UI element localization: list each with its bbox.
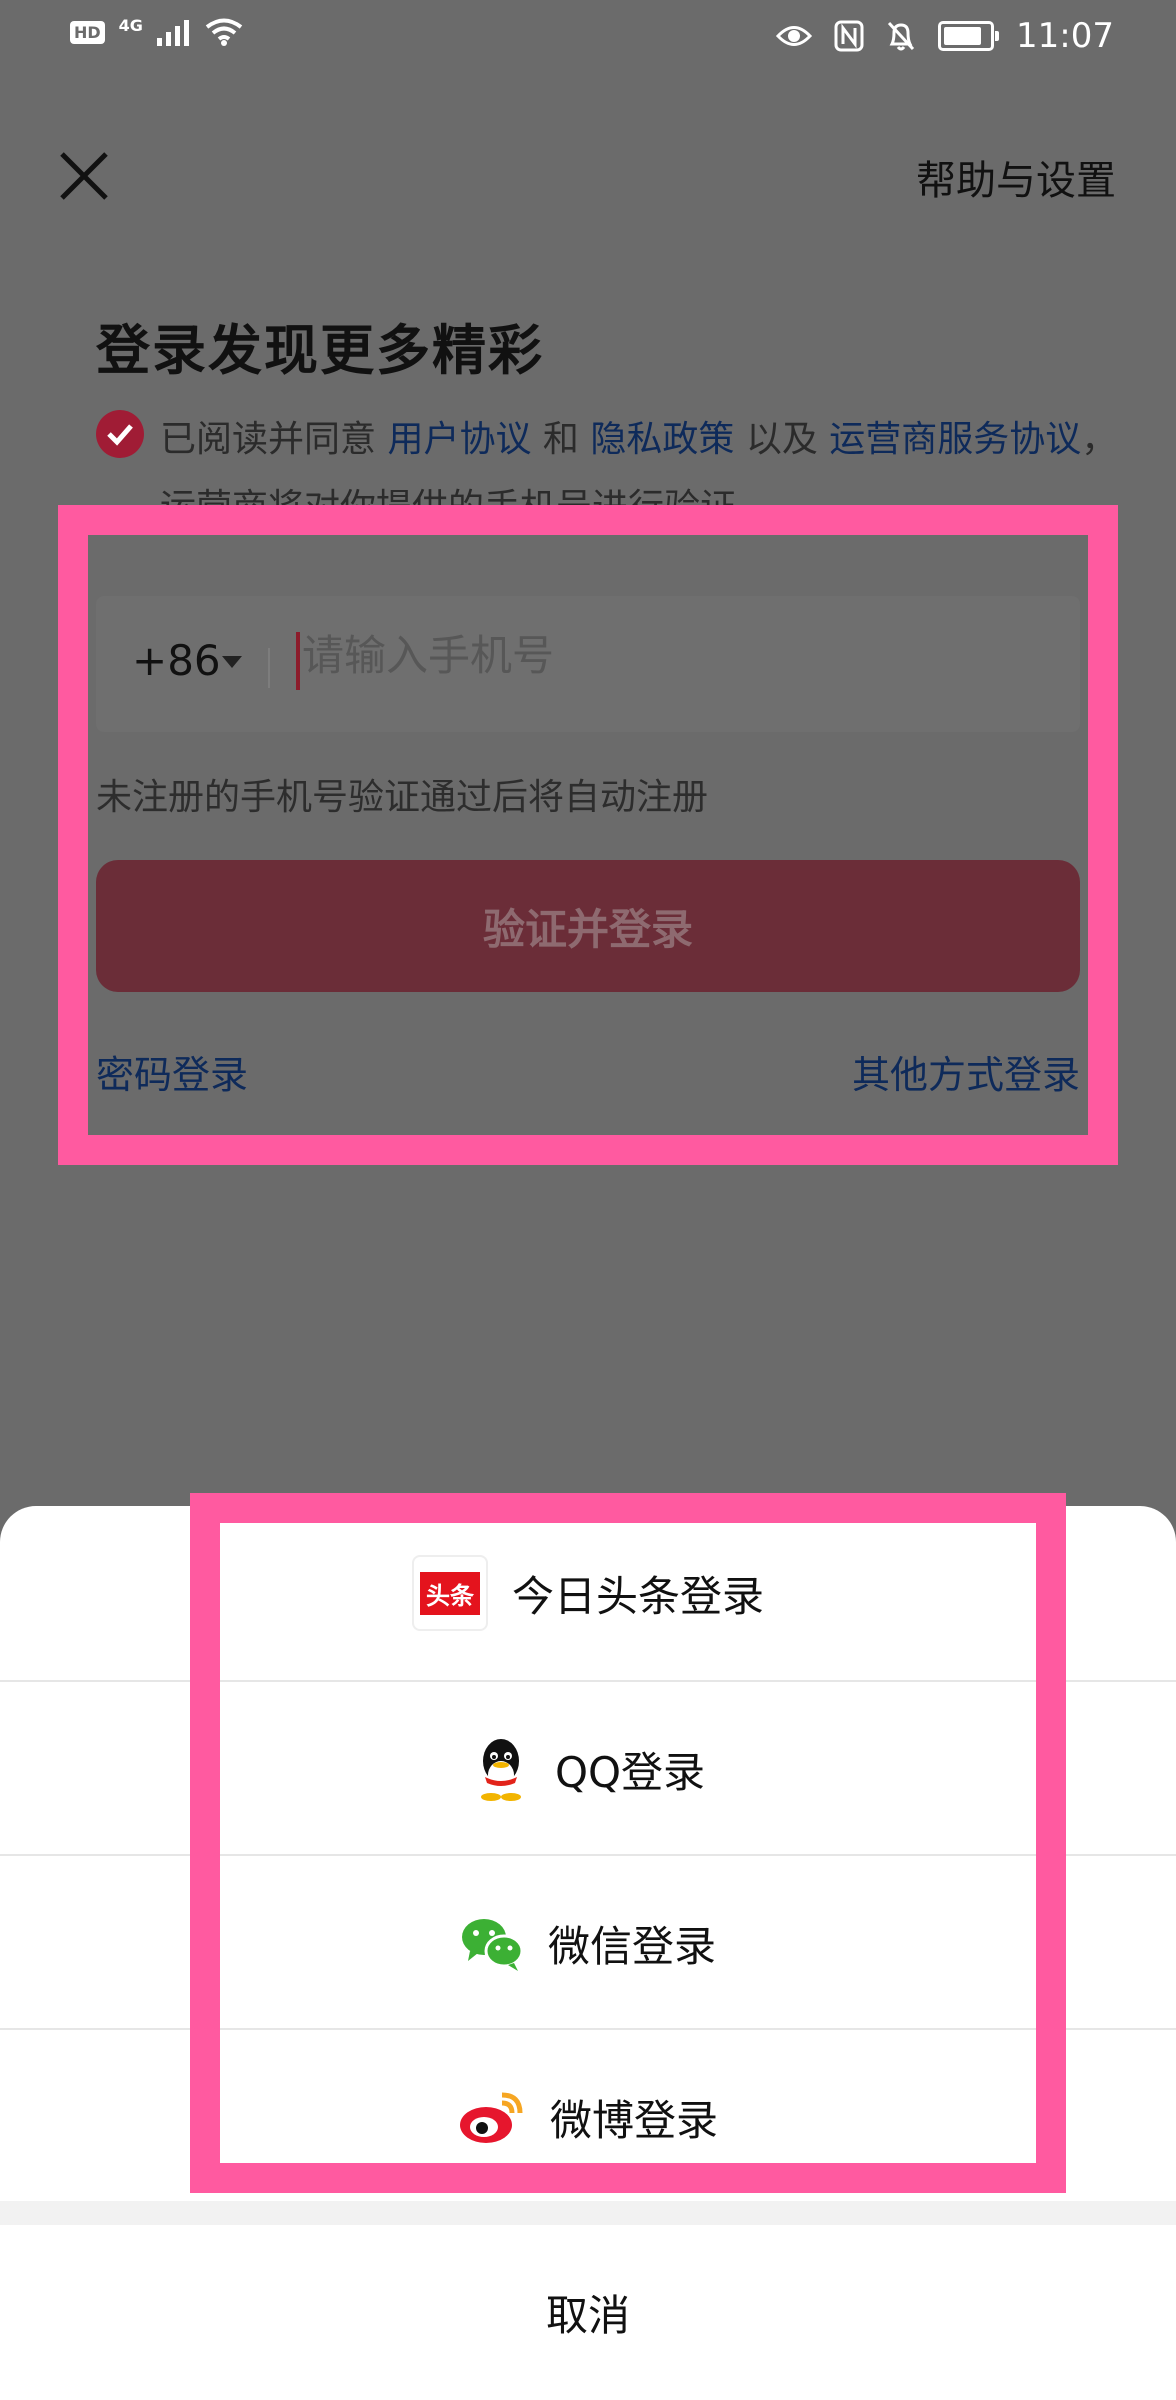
hd-badge: HD: [70, 20, 105, 44]
bell-off-icon: [887, 21, 915, 51]
check-icon[interactable]: [96, 410, 144, 458]
status-time: 11:07: [1016, 16, 1114, 56]
highlight-box-form: [58, 505, 1118, 1165]
status-right: 11:07: [776, 16, 1114, 56]
agreement-t1: 已阅读并同意: [160, 419, 388, 460]
close-icon[interactable]: [56, 148, 112, 204]
sheet-gap: [0, 2201, 1176, 2225]
battery-icon: [938, 21, 1000, 51]
agreement-t3: 以及: [734, 419, 830, 460]
wifi-icon: [205, 18, 243, 46]
page-title: 登录发现更多精彩: [96, 319, 544, 382]
carrier-agreement-link[interactable]: 运营商服务协议: [829, 419, 1081, 460]
user-agreement-link[interactable]: 用户协议: [387, 419, 531, 460]
status-bar: HD 4G 11:07: [0, 0, 1176, 72]
nfc-icon: [834, 20, 864, 52]
highlight-box-options: [190, 1493, 1066, 2193]
help-settings-link[interactable]: 帮助与设置: [916, 148, 1116, 206]
agreement-t2: 和: [531, 419, 591, 460]
cancel-button[interactable]: 取消: [0, 2225, 1176, 2400]
status-left: HD 4G: [70, 15, 243, 46]
checkmark-icon: [107, 424, 133, 446]
battery-fill: [944, 27, 982, 45]
network-label: 4G: [118, 15, 143, 35]
privacy-policy-link[interactable]: 隐私政策: [590, 419, 734, 460]
signal-icon: [156, 20, 189, 46]
eye-icon: [776, 26, 813, 46]
